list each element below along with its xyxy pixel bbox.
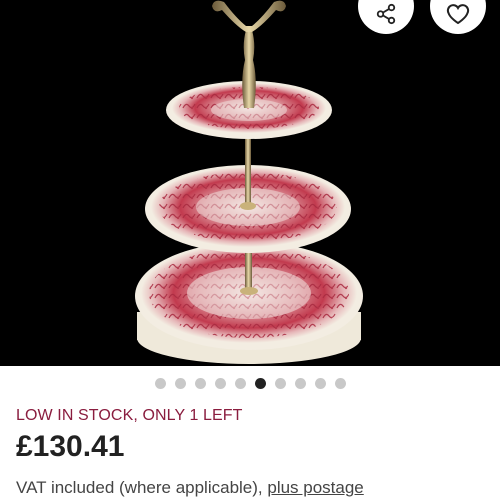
postage-link[interactable]: plus postage bbox=[267, 478, 363, 497]
carousel-dot[interactable] bbox=[214, 378, 226, 389]
image-carousel-indicators bbox=[0, 378, 500, 389]
cake-stand-photo bbox=[135, 0, 363, 364]
carousel-dot[interactable] bbox=[254, 378, 266, 389]
carousel-dot[interactable] bbox=[194, 378, 206, 389]
carousel-dot[interactable] bbox=[154, 378, 166, 389]
price: £130.41 bbox=[16, 430, 125, 463]
carousel-dot[interactable] bbox=[234, 378, 246, 389]
carousel-dot[interactable] bbox=[334, 378, 346, 389]
stock-notice: LOW IN STOCK, ONLY 1 LEFT bbox=[16, 407, 243, 424]
vat-info: VAT included (where applicable), plus po… bbox=[16, 478, 364, 498]
carousel-dot[interactable] bbox=[274, 378, 286, 389]
carousel-dot[interactable] bbox=[314, 378, 326, 389]
carousel-dot[interactable] bbox=[294, 378, 306, 389]
heart-icon bbox=[446, 0, 470, 30]
product-image[interactable] bbox=[0, 0, 500, 366]
vat-text: VAT included (where applicable), bbox=[16, 478, 268, 497]
share-icon bbox=[375, 0, 397, 30]
carousel-dot[interactable] bbox=[174, 378, 186, 389]
